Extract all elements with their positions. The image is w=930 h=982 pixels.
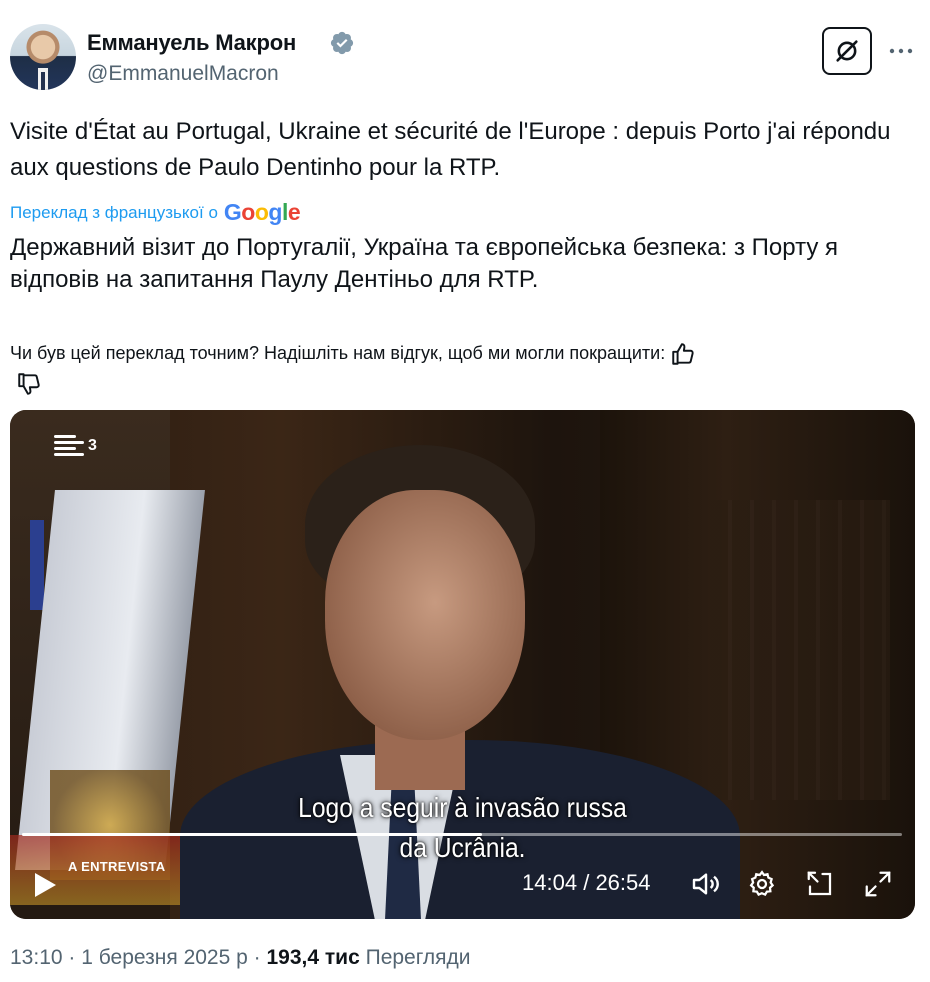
fullscreen-icon (865, 871, 891, 897)
progress-fill (22, 833, 483, 836)
duration: 26:54 (595, 870, 651, 895)
current-time: 14:04 (522, 870, 578, 895)
verified-badge-icon (330, 31, 354, 55)
views-count: 193,4 тис (266, 946, 360, 969)
video-subtitle: Logo a seguir à invasão russa da Ucrânia… (64, 788, 860, 868)
avatar[interactable] (10, 24, 76, 90)
more-icon (889, 48, 913, 54)
thumbs-down-icon[interactable] (16, 371, 42, 397)
tweet-header: Еммануель Макрон @EmmanuelMacron (10, 24, 920, 94)
picture-in-picture-button[interactable] (802, 866, 838, 902)
tweet-text: Visite d'État au Portugal, Ukraine et sé… (10, 118, 891, 181)
subtitle-line-1: Logo a seguir à invasão russa (298, 792, 627, 823)
author-name[interactable]: Еммануель Макрон (87, 30, 296, 56)
thumbs-up-icon[interactable] (670, 341, 696, 367)
volume-icon (692, 873, 719, 895)
author-handle[interactable]: @EmmanuelMacron (87, 62, 279, 86)
time-separator: / (583, 870, 590, 895)
google-logo: Google (223, 199, 301, 225)
video-player[interactable]: 3 A ENTREVISTA Logo a seguir à invasão r… (10, 410, 915, 919)
fullscreen-button[interactable] (860, 866, 896, 902)
translated-text: Державний візит до Португалії, Україна т… (10, 234, 838, 293)
tweet-time[interactable]: 13:10 (10, 946, 63, 969)
tweet-metadata: 13:10 · 1 березня 2025 р · 193,4 тис Пер… (10, 946, 471, 969)
picture-in-picture-icon (807, 871, 832, 896)
views-label: Перегляди (365, 946, 471, 969)
feedback-prompt: Чи був цей переклад точним? Надішліть на… (10, 343, 666, 363)
translation-label: Переклад з французької о (10, 202, 218, 222)
translation-feedback: Чи був цей переклад точним? Надішліть на… (10, 338, 910, 398)
channel-number: 3 (88, 436, 97, 454)
more-options-button[interactable] (886, 36, 916, 66)
translation-source-link[interactable]: Переклад з французької о Google (10, 199, 301, 226)
settings-button[interactable] (744, 866, 780, 902)
tweet-date[interactable]: 1 березня 2025 р (81, 946, 248, 969)
grok-icon (836, 40, 858, 62)
progress-bar[interactable] (22, 833, 902, 836)
play-icon (35, 873, 56, 897)
volume-button[interactable] (688, 866, 724, 902)
play-button[interactable] (28, 868, 62, 902)
grok-button[interactable] (822, 27, 872, 75)
channel-logo: 3 (54, 435, 97, 456)
gear-icon (749, 870, 775, 897)
time-display: 14:04 / 26:54 (522, 870, 651, 896)
video-controls: 14:04 / 26:54 (10, 860, 915, 910)
